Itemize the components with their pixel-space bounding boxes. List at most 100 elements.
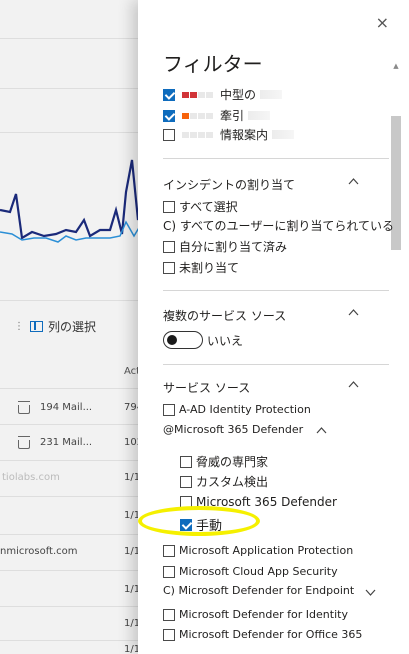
incident-trend-chart — [0, 159, 150, 243]
section-title-multi-service: 複数のサービス ソース — [163, 309, 287, 323]
table-toolbar: ⋮ 列の選択 ⌄ — [14, 318, 150, 335]
chevron-up-icon[interactable] — [316, 427, 327, 434]
checkbox-label: Microsoft Defender for Office 365 — [179, 628, 363, 641]
checkbox-unchecked[interactable] — [163, 240, 175, 253]
checkbox-label: 自分に割り当て済み — [179, 240, 288, 254]
divider — [0, 424, 150, 425]
checkbox-label: カスタム検出 — [196, 475, 269, 489]
assignment-unassigned-checkbox[interactable]: 未割り当て — [163, 259, 239, 276]
checkbox-unchecked[interactable] — [163, 403, 175, 416]
source-custom-detection-checkbox[interactable]: カスタム検出 — [180, 473, 268, 490]
table-row[interactable]: 1/1 — [0, 644, 150, 654]
row-text: 231 Mail... — [40, 437, 93, 448]
close-icon[interactable]: × — [376, 15, 389, 31]
source-aad-identity-protection-checkbox[interactable]: A-AD Identity Protection — [163, 403, 311, 416]
checkbox-unchecked[interactable] — [163, 544, 175, 557]
chevron-up-icon[interactable] — [348, 381, 359, 388]
table-row[interactable]: 1/1 — [0, 618, 150, 632]
row-text: nmicrosoft.com — [0, 546, 78, 557]
checkbox-label: 手動 — [196, 519, 223, 534]
divider — [0, 534, 150, 535]
severity-informational-checkbox[interactable]: 情報案内 — [163, 126, 295, 143]
scrollbar[interactable]: ▲ — [389, 62, 403, 654]
background-page: ⋮ 列の選択 ⌄ Act 194 Mail... 794 231 Mail...… — [0, 0, 150, 654]
checkbox-unchecked[interactable] — [180, 496, 192, 508]
chevron-up-icon[interactable] — [348, 309, 359, 316]
table-row[interactable]: 1/1 — [0, 510, 150, 524]
divider — [0, 606, 150, 607]
divider — [0, 132, 150, 133]
mailbox-icon — [18, 401, 30, 414]
source-defender-office365-checkbox[interactable]: Microsoft Defender for Office 365 — [163, 628, 362, 641]
severity-icon — [182, 91, 214, 98]
group-microsoft-365-defender: @Microsoft 365 Defender — [163, 423, 304, 436]
assignment-all-users-option[interactable]: C) すべてのユーザーに割り当てられている — [163, 217, 394, 234]
checkbox-checked[interactable] — [180, 518, 192, 531]
row-text: 194 Mail... — [40, 402, 93, 413]
checkbox-label: Microsoft Application Protection — [179, 544, 354, 557]
toggle-label: いいえ — [207, 333, 244, 348]
checkbox-label: Microsoft 365 Defender — [196, 495, 337, 509]
group-defender-for-endpoint: C) Microsoft Defender for Endpoint — [163, 584, 355, 597]
toggle-switch[interactable] — [163, 331, 203, 349]
checkbox-label: 牽引 — [220, 109, 245, 123]
source-threat-experts-checkbox[interactable]: 脅威の専門家 — [180, 453, 268, 470]
assignment-select-all-checkbox[interactable]: すべて選択 — [163, 198, 238, 215]
scroll-up-icon[interactable]: ▲ — [389, 62, 403, 70]
divider — [0, 570, 150, 571]
checkbox-checked[interactable] — [163, 109, 175, 122]
checkbox-unchecked[interactable] — [180, 475, 192, 488]
multi-service-toggle[interactable]: いいえ — [163, 331, 243, 349]
table-row[interactable]: 1/1 — [0, 584, 150, 598]
table-row[interactable]: 194 Mail... 794 — [0, 401, 150, 416]
panel-title: フィルター — [163, 52, 263, 76]
divider — [0, 640, 150, 641]
checkbox-label: 未割り当て — [179, 261, 240, 275]
chevron-down-icon[interactable] — [365, 589, 376, 596]
filter-panel: × フィルター ▲ 中型の 牽引 情報案内 インシデントの割り当て すべて選択 … — [138, 0, 409, 654]
table-row[interactable]: nmicrosoft.com 1/1 — [0, 546, 150, 560]
source-m365-defender-checkbox[interactable]: Microsoft 365 Defender — [180, 495, 337, 509]
checkbox-label: 情報案内 — [220, 128, 269, 142]
divider — [0, 88, 150, 89]
chevron-up-icon[interactable] — [348, 178, 359, 185]
severity-icon — [182, 112, 214, 119]
severity-icon — [182, 131, 214, 138]
checkbox-unchecked[interactable] — [163, 628, 175, 641]
checkbox-unchecked[interactable] — [163, 128, 175, 141]
option-label: C) すべてのユーザーに割り当てられている — [163, 219, 394, 233]
severity-medium-checkbox[interactable]: 中型の — [163, 86, 283, 103]
divider — [0, 496, 150, 497]
source-app-protection-checkbox[interactable]: Microsoft Application Protection — [163, 544, 353, 557]
checkbox-label: すべて選択 — [179, 200, 238, 214]
checkbox-label: Microsoft Defender for Identity — [179, 608, 348, 621]
divider — [0, 38, 150, 39]
source-manual-checkbox[interactable]: 手動 — [180, 515, 222, 534]
table-row[interactable]: 231 Mail... 102 — [0, 436, 150, 451]
redacted — [248, 111, 271, 120]
redacted — [260, 90, 283, 99]
row-text: tiolabs.com — [2, 472, 60, 483]
table-row[interactable]: tiolabs.com 1/1 — [0, 472, 150, 486]
source-cloud-app-security-checkbox[interactable]: Microsoft Cloud App Security — [163, 565, 338, 578]
columns-icon — [30, 321, 43, 332]
redacted — [272, 130, 295, 139]
checkbox-checked[interactable] — [163, 88, 175, 101]
checkbox-unchecked[interactable] — [163, 565, 175, 578]
checkbox-unchecked[interactable] — [163, 608, 175, 621]
section-title-assignment: インシデントの割り当て — [163, 178, 296, 192]
checkbox-unchecked[interactable] — [180, 455, 192, 468]
assignment-assigned-to-me-checkbox[interactable]: 自分に割り当て済み — [163, 238, 287, 255]
select-columns-button[interactable]: 列の選択 — [30, 318, 96, 335]
divider — [0, 460, 150, 461]
checkbox-unchecked[interactable] — [163, 200, 175, 213]
divider — [163, 290, 389, 291]
severity-low-checkbox[interactable]: 牽引 — [163, 107, 271, 124]
mailbox-icon — [18, 436, 30, 449]
divider — [0, 388, 150, 389]
checkbox-unchecked[interactable] — [163, 261, 175, 274]
divider — [0, 300, 150, 301]
divider — [163, 364, 389, 365]
divider — [163, 158, 389, 159]
source-defender-identity-checkbox[interactable]: Microsoft Defender for Identity — [163, 608, 348, 621]
